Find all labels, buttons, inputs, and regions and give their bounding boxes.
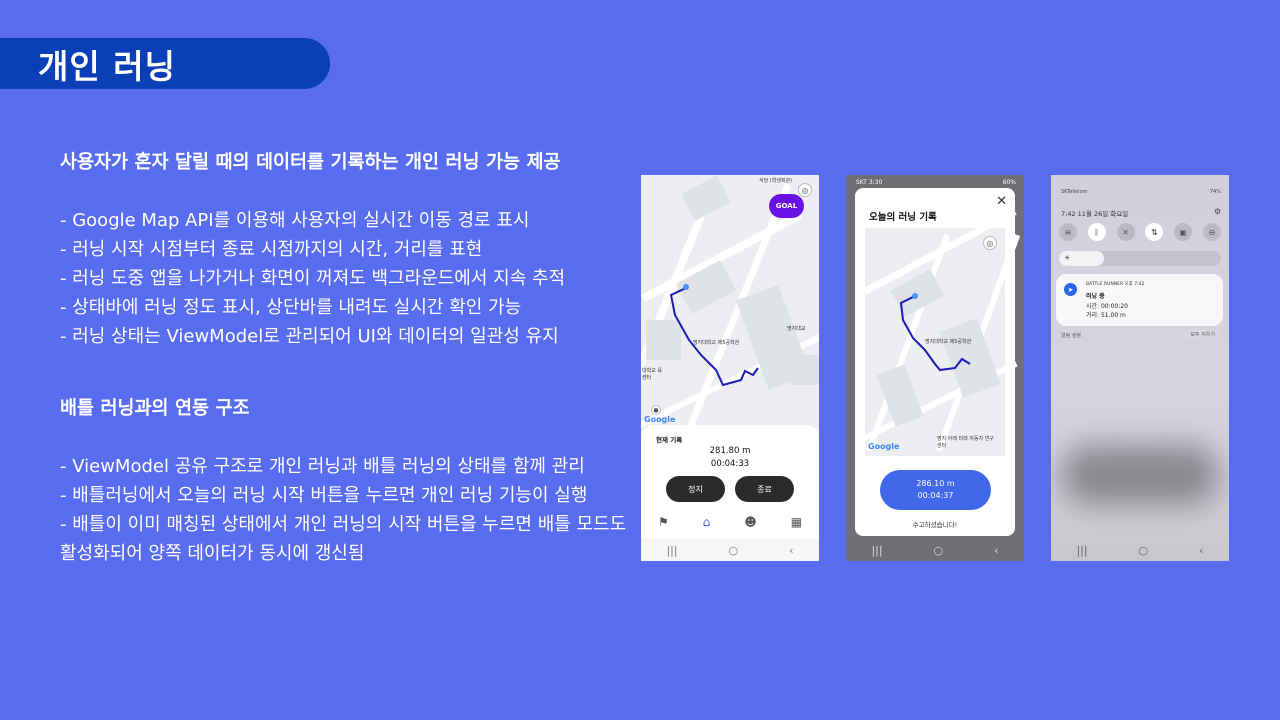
section2-heading: 배틀 러닝과의 연동 구조 bbox=[60, 398, 250, 419]
section1-bullet: - Google Map API를 이용해 사용자의 실시간 이동 경로 표시 bbox=[60, 210, 530, 231]
data-transfer-icon[interactable]: ⇅ bbox=[1145, 223, 1164, 241]
brightness-slider[interactable]: ☀ bbox=[1059, 251, 1221, 266]
phone-notification-shade: SKTelecom 74% 7:42 11월 26일 화요일 ⚙ ≋ ᛒ ✕ ⇅… bbox=[1051, 175, 1229, 561]
notification-time: 시간: 00:00:20 bbox=[1086, 303, 1128, 310]
notification-app: BATTLE RUNNER 오후 7:42 bbox=[1086, 282, 1145, 287]
system-nav-bar: ||| ○ ‹ bbox=[641, 539, 819, 561]
grid-icon[interactable]: ▦ bbox=[791, 515, 802, 529]
time-value: 00:04:33 bbox=[710, 459, 750, 469]
carrier-label: SKTelecom bbox=[1061, 189, 1088, 195]
record-summary-button[interactable]: 286.10 m 00:04:37 bbox=[880, 470, 991, 510]
section1-heading: 사용자가 혼자 달릴 때의 데이터를 기록하는 개인 러닝 가능 제공 bbox=[60, 152, 561, 173]
record-sheet: 현재 기록 281.80 m 00:04:33 정지 종료 ⚑ ⌂ ☻ ▦ bbox=[641, 425, 819, 539]
section2-bullet: - ViewModel 공유 구조로 개인 러닝과 배틀 러닝의 상태를 함께 … bbox=[60, 456, 585, 477]
map-view[interactable]: 식당 (학생회관) 명지대학교 제5공학관 명지대교 대학교 육센터 GOAL … bbox=[641, 175, 819, 435]
back-icon[interactable]: ‹ bbox=[789, 544, 793, 557]
notification-distance: 거리: 51.00 m bbox=[1086, 312, 1126, 319]
section2-bullet: - 배틀이 이미 매칭된 상태에서 개인 러닝의 시작 버튼을 누르면 배틀 모… bbox=[60, 514, 627, 535]
settings-icon[interactable]: ⚙ bbox=[1214, 207, 1221, 216]
dialog-map[interactable]: 명지대학교 제5공학관 명지·아레 미래 자동차 연구센터 ◎ Google bbox=[862, 208, 1021, 456]
route-path bbox=[899, 293, 971, 372]
mute-icon[interactable]: ✕ bbox=[1116, 223, 1135, 241]
rotation-icon[interactable]: ▣ bbox=[1174, 223, 1193, 241]
home-nav-icon[interactable]: ○ bbox=[934, 544, 944, 557]
status-battery: 60% bbox=[1002, 179, 1016, 186]
clear-all-button[interactable]: 모두 지우기 bbox=[1184, 330, 1221, 339]
map-pin-icon: ● bbox=[651, 405, 661, 415]
home-nav-icon[interactable]: ○ bbox=[729, 544, 739, 557]
google-logo: Google bbox=[868, 442, 900, 451]
slide-title: 개인 러닝 bbox=[38, 46, 176, 86]
end-button[interactable]: 종료 bbox=[735, 476, 794, 502]
status-time: SKT 3:30 bbox=[856, 179, 883, 186]
distance-value: 286.10 m bbox=[916, 479, 955, 488]
time-value: 00:04:37 bbox=[917, 491, 954, 500]
runner-icon: ➤ bbox=[1064, 283, 1077, 296]
home-icon[interactable]: ⌂ bbox=[703, 515, 711, 529]
bottom-tab-bar: ⚑ ⌂ ☻ ▦ bbox=[641, 515, 819, 529]
wifi-icon[interactable]: ≋ bbox=[1059, 223, 1077, 241]
google-logo: Google bbox=[644, 415, 676, 424]
stop-button[interactable]: 정지 bbox=[666, 476, 725, 502]
close-icon[interactable]: ✕ bbox=[996, 194, 1007, 209]
dialog-title: 오늘의 러닝 기록 bbox=[869, 212, 937, 223]
bluetooth-icon[interactable]: ᛒ bbox=[1087, 223, 1106, 241]
recent-apps-icon[interactable]: ||| bbox=[871, 544, 882, 557]
date-label: 7:42 11월 26일 화요일 bbox=[1061, 210, 1129, 218]
notification-title: 러닝 중 bbox=[1086, 293, 1105, 300]
system-nav-bar: ||| ○ ‹ bbox=[1051, 539, 1229, 561]
section1-bullet: - 러닝 시작 시점부터 종료 시점까지의 시간, 거리를 표현 bbox=[60, 239, 483, 260]
section1-bullet: - 러닝 도중 앱을 나가거나 화면이 꺼져도 백그라운드에서 지속 추적 bbox=[60, 268, 566, 289]
thanks-text: 수고하셨습니다! bbox=[912, 521, 958, 529]
blurred-background bbox=[1061, 445, 1219, 505]
section2-bullet: - 배틀러닝에서 오늘의 러닝 시작 버튼을 누르면 개인 러닝 기능이 실행 bbox=[60, 485, 588, 506]
home-nav-icon[interactable]: ○ bbox=[1139, 544, 1149, 557]
description-text: 사용자가 혼자 달릴 때의 데이터를 기록하는 개인 러닝 가능 제공 - Go… bbox=[60, 148, 650, 568]
power-saving-icon[interactable]: ⊖ bbox=[1202, 223, 1221, 241]
my-location-icon[interactable]: ◎ bbox=[798, 183, 812, 197]
brightness-icon: ☀ bbox=[1059, 251, 1104, 266]
section1-bullet: - 러닝 상태는 ViewModel로 관리되어 UI와 데이터의 일관성 유지 bbox=[60, 326, 559, 347]
my-location-icon[interactable]: ◎ bbox=[983, 236, 997, 250]
phone-record-dialog: SKT 3:30 60% 오늘의 러닝 기록 ✕ 명지대학교 제5공학관 명지·… bbox=[846, 175, 1024, 561]
goal-button[interactable]: GOAL bbox=[769, 194, 804, 218]
section2-bullet: 활성화되어 양쪽 데이터가 동시에 갱신됨 bbox=[60, 543, 365, 564]
system-nav-bar: ||| ○ ‹ bbox=[846, 539, 1024, 561]
distance-value: 281.80 m bbox=[709, 446, 751, 456]
notification-settings-link[interactable]: 알림 설정 bbox=[1061, 332, 1081, 339]
quick-settings: ≋ ᛒ ✕ ⇅ ▣ ⊖ bbox=[1059, 223, 1221, 241]
slide-title-banner: 개인 러닝 bbox=[0, 38, 330, 89]
battery-label: 74% bbox=[1209, 189, 1221, 195]
recent-apps-icon[interactable]: ||| bbox=[666, 544, 677, 557]
recent-apps-icon[interactable]: ||| bbox=[1076, 544, 1087, 557]
running-notification[interactable]: ➤ BATTLE RUNNER 오후 7:42 러닝 중 시간: 00:00:2… bbox=[1056, 274, 1223, 326]
back-icon[interactable]: ‹ bbox=[1199, 544, 1203, 557]
record-label: 현재 기록 bbox=[656, 436, 683, 444]
flag-icon[interactable]: ⚑ bbox=[658, 515, 669, 529]
group-icon[interactable]: ☻ bbox=[744, 515, 757, 529]
phone-running-screen: 식당 (학생회관) 명지대학교 제5공학관 명지대교 대학교 육센터 GOAL … bbox=[641, 175, 819, 561]
section1-bullet: - 상태바에 러닝 정도 표시, 상단바를 내려도 실시간 확인 가능 bbox=[60, 297, 522, 318]
record-dialog: 오늘의 러닝 기록 ✕ 명지대학교 제5공학관 명지·아레 미래 자동차 연구센… bbox=[855, 188, 1021, 536]
back-icon[interactable]: ‹ bbox=[994, 544, 998, 557]
